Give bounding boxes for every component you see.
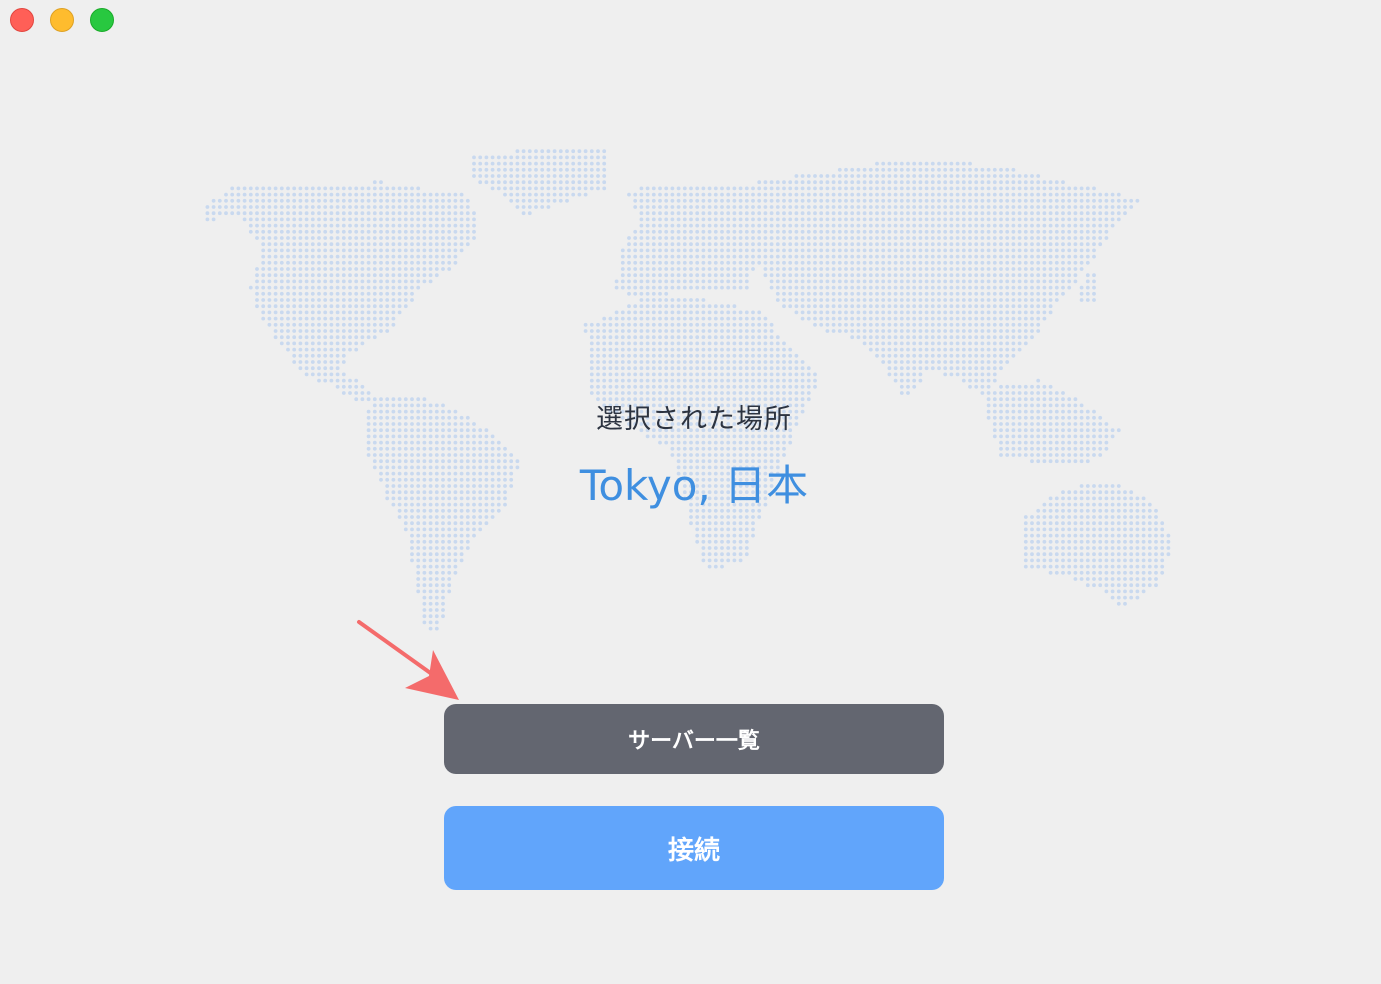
annotation-arrow-icon xyxy=(357,620,459,700)
connect-button[interactable]: 接続 xyxy=(444,806,944,890)
selected-location-label: 選択された場所 xyxy=(596,404,792,435)
selected-location-value: Tokyo, 日本 xyxy=(579,461,809,510)
server-list-button[interactable]: サーバー一覧 xyxy=(444,704,944,774)
selected-location: 選択された場所 Tokyo, 日本 xyxy=(440,400,948,512)
app-window: 選択された場所 Tokyo, 日本 サーバー一覧 接続 xyxy=(0,0,1381,984)
